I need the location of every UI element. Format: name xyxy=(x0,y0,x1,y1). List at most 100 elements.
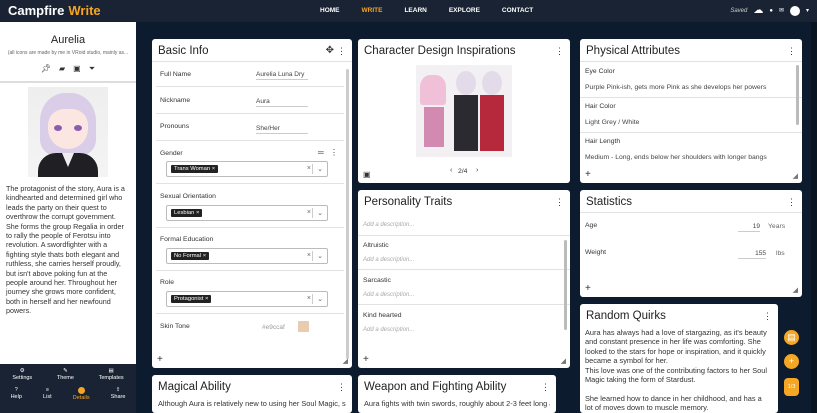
orientation-chip[interactable]: Lesbian × xyxy=(171,209,203,217)
gender-select[interactable]: Trans Woman × × ⌄ xyxy=(166,161,328,177)
filter-icon[interactable]: ⏷ xyxy=(89,64,95,74)
chat-fab[interactable]: ▤ xyxy=(784,330,799,345)
gender-menu-icon[interactable]: ⋮ xyxy=(330,148,338,157)
resize-handle-icon[interactable]: ◢ xyxy=(793,286,798,294)
add-attribute-icon[interactable]: + xyxy=(585,169,591,180)
skin-tone-hex[interactable]: #e9ccaf xyxy=(262,324,285,332)
messages-icon[interactable]: ✉ xyxy=(779,7,784,14)
chip-remove-icon[interactable]: × xyxy=(196,210,199,216)
theme-button[interactable]: ✎ Theme xyxy=(57,368,74,381)
nav-write[interactable]: WRITE xyxy=(362,7,383,14)
chevron-down-icon[interactable]: ⌄ xyxy=(317,209,323,217)
move-icon[interactable]: ✥ xyxy=(326,45,334,56)
trait-description[interactable]: Add a description... xyxy=(363,257,414,263)
nickname-field[interactable]: Aura xyxy=(256,98,308,107)
cloud-icon[interactable]: ☁ xyxy=(753,5,763,16)
user-menu-chevron-icon[interactable]: ▾ xyxy=(806,7,809,14)
resize-handle-icon[interactable]: ◢ xyxy=(343,357,348,365)
chevron-down-icon[interactable]: ⌄ xyxy=(317,295,323,303)
education-chip[interactable]: No Formal × xyxy=(171,252,210,260)
add-field-icon[interactable]: + xyxy=(157,354,163,365)
details-button[interactable]: Details xyxy=(73,387,90,401)
weapon-text[interactable]: Aura fights with twin swords, roughly ab… xyxy=(364,399,550,408)
chevron-down-icon[interactable]: ⌄ xyxy=(317,165,323,173)
basic-info-scrollbar[interactable] xyxy=(346,69,349,359)
chevron-down-icon[interactable]: ⌄ xyxy=(317,252,323,260)
prev-image-icon[interactable]: ‹ xyxy=(450,167,452,174)
weapon-menu-icon[interactable]: ⋮ xyxy=(541,382,550,393)
settings-button[interactable]: ⚙ Settings xyxy=(12,368,32,381)
add-statistic-icon[interactable]: + xyxy=(585,283,591,294)
chip-remove-icon[interactable]: × xyxy=(205,296,208,302)
share-button[interactable]: ⇪ Share xyxy=(111,387,126,401)
help-button[interactable]: ? Help xyxy=(11,387,22,401)
templates-button[interactable]: ▤ Templates xyxy=(99,368,124,381)
magic-menu-icon[interactable]: ⋮ xyxy=(337,382,346,393)
character-portrait[interactable] xyxy=(28,87,108,177)
trait-description[interactable]: Add a description... xyxy=(363,327,414,333)
basic-info-card: Basic Info ✥ ⋮ Full Name Aurelia Luna Dr… xyxy=(152,39,352,368)
character-bio[interactable]: The protagonist of the story, Aura is a … xyxy=(6,184,130,316)
resize-handle-icon[interactable]: ◢ xyxy=(561,357,566,365)
role-select[interactable]: Protagonist × × ⌄ xyxy=(166,291,328,307)
account-currency-icon[interactable]: ● xyxy=(769,8,773,14)
divider xyxy=(156,183,344,184)
page-scrollbar-track[interactable] xyxy=(811,22,817,413)
orientation-select[interactable]: Lesbian × × ⌄ xyxy=(166,205,328,221)
pages-fab[interactable]: 1/3 xyxy=(784,378,799,396)
reference-image[interactable] xyxy=(416,65,512,157)
app-logo[interactable]: Campfire Write xyxy=(8,3,101,18)
add-image-icon[interactable]: ▣ xyxy=(363,170,371,179)
physical-menu-icon[interactable]: ⋮ xyxy=(787,46,796,57)
trait-altruistic[interactable]: Altruistic xyxy=(363,242,389,249)
education-select[interactable]: No Formal × × ⌄ xyxy=(166,248,328,264)
nav-contact[interactable]: CONTACT xyxy=(502,7,533,14)
nav-home[interactable]: HOME xyxy=(320,7,340,14)
personality-menu-icon[interactable]: ⋮ xyxy=(555,197,564,208)
chip-remove-icon[interactable]: × xyxy=(212,166,215,172)
quirks-text[interactable]: Aura has always had a love of stargazing… xyxy=(585,328,771,413)
trait-kind-hearted[interactable]: Kind hearted xyxy=(363,312,402,319)
design-menu-icon[interactable]: ⋮ xyxy=(555,46,564,57)
nav-explore[interactable]: EXPLORE xyxy=(449,7,480,14)
full-name-field[interactable]: Aurelia Luna Dry xyxy=(256,71,308,80)
nav-learn[interactable]: LEARN xyxy=(404,7,426,14)
pin-icon[interactable]: 📌︎ xyxy=(41,64,51,74)
quirks-menu-icon[interactable]: ⋮ xyxy=(763,311,772,322)
list-label: List xyxy=(43,394,52,400)
clear-icon[interactable]: × xyxy=(307,165,311,172)
magic-text[interactable]: Although Aura is relatively new to using… xyxy=(158,399,346,408)
character-name[interactable]: Aurelia xyxy=(0,34,136,46)
details-label: Details xyxy=(72,395,90,401)
eye-color-value[interactable]: Purple Pink-ish, gets more Pink as she d… xyxy=(585,84,766,91)
personality-scrollbar[interactable] xyxy=(564,240,567,330)
physical-scrollbar[interactable] xyxy=(796,65,799,125)
folder-icon[interactable]: ▰ xyxy=(59,64,65,74)
age-field[interactable]: 19 xyxy=(738,223,760,232)
resize-handle-icon[interactable]: ◢ xyxy=(793,172,798,180)
weight-field[interactable]: 155 xyxy=(738,250,766,259)
clear-icon[interactable]: × xyxy=(307,209,311,216)
personality-description[interactable]: Add a description... xyxy=(363,222,414,228)
role-chip[interactable]: Protagonist × xyxy=(171,295,212,303)
chip-remove-icon[interactable]: × xyxy=(203,253,206,259)
sidebar-divider xyxy=(0,81,136,83)
add-fab[interactable]: + xyxy=(784,354,799,369)
skin-tone-swatch[interactable] xyxy=(298,321,309,332)
hair-length-value[interactable]: Medium - Long, ends below her shoulders … xyxy=(585,154,767,161)
statistics-menu-icon[interactable]: ⋮ xyxy=(787,197,796,208)
trait-sarcastic[interactable]: Sarcastic xyxy=(363,277,391,284)
basic-info-menu-icon[interactable]: ⋮ xyxy=(337,46,346,57)
list-button[interactable]: ≡ List xyxy=(43,387,52,401)
clear-icon[interactable]: × xyxy=(307,295,311,302)
clear-icon[interactable]: × xyxy=(307,252,311,259)
drag-handle-icon[interactable]: ═ xyxy=(318,148,324,157)
gender-chip[interactable]: Trans Woman × xyxy=(171,165,219,173)
pronouns-field[interactable]: She/Her xyxy=(256,125,308,134)
user-avatar-icon[interactable] xyxy=(789,5,800,16)
hair-color-value[interactable]: Light Grey / White xyxy=(585,119,639,126)
add-trait-icon[interactable]: + xyxy=(363,354,369,365)
trait-description[interactable]: Add a description... xyxy=(363,292,414,298)
image-icon[interactable]: ▣ xyxy=(73,64,81,74)
next-image-icon[interactable]: › xyxy=(476,167,478,174)
